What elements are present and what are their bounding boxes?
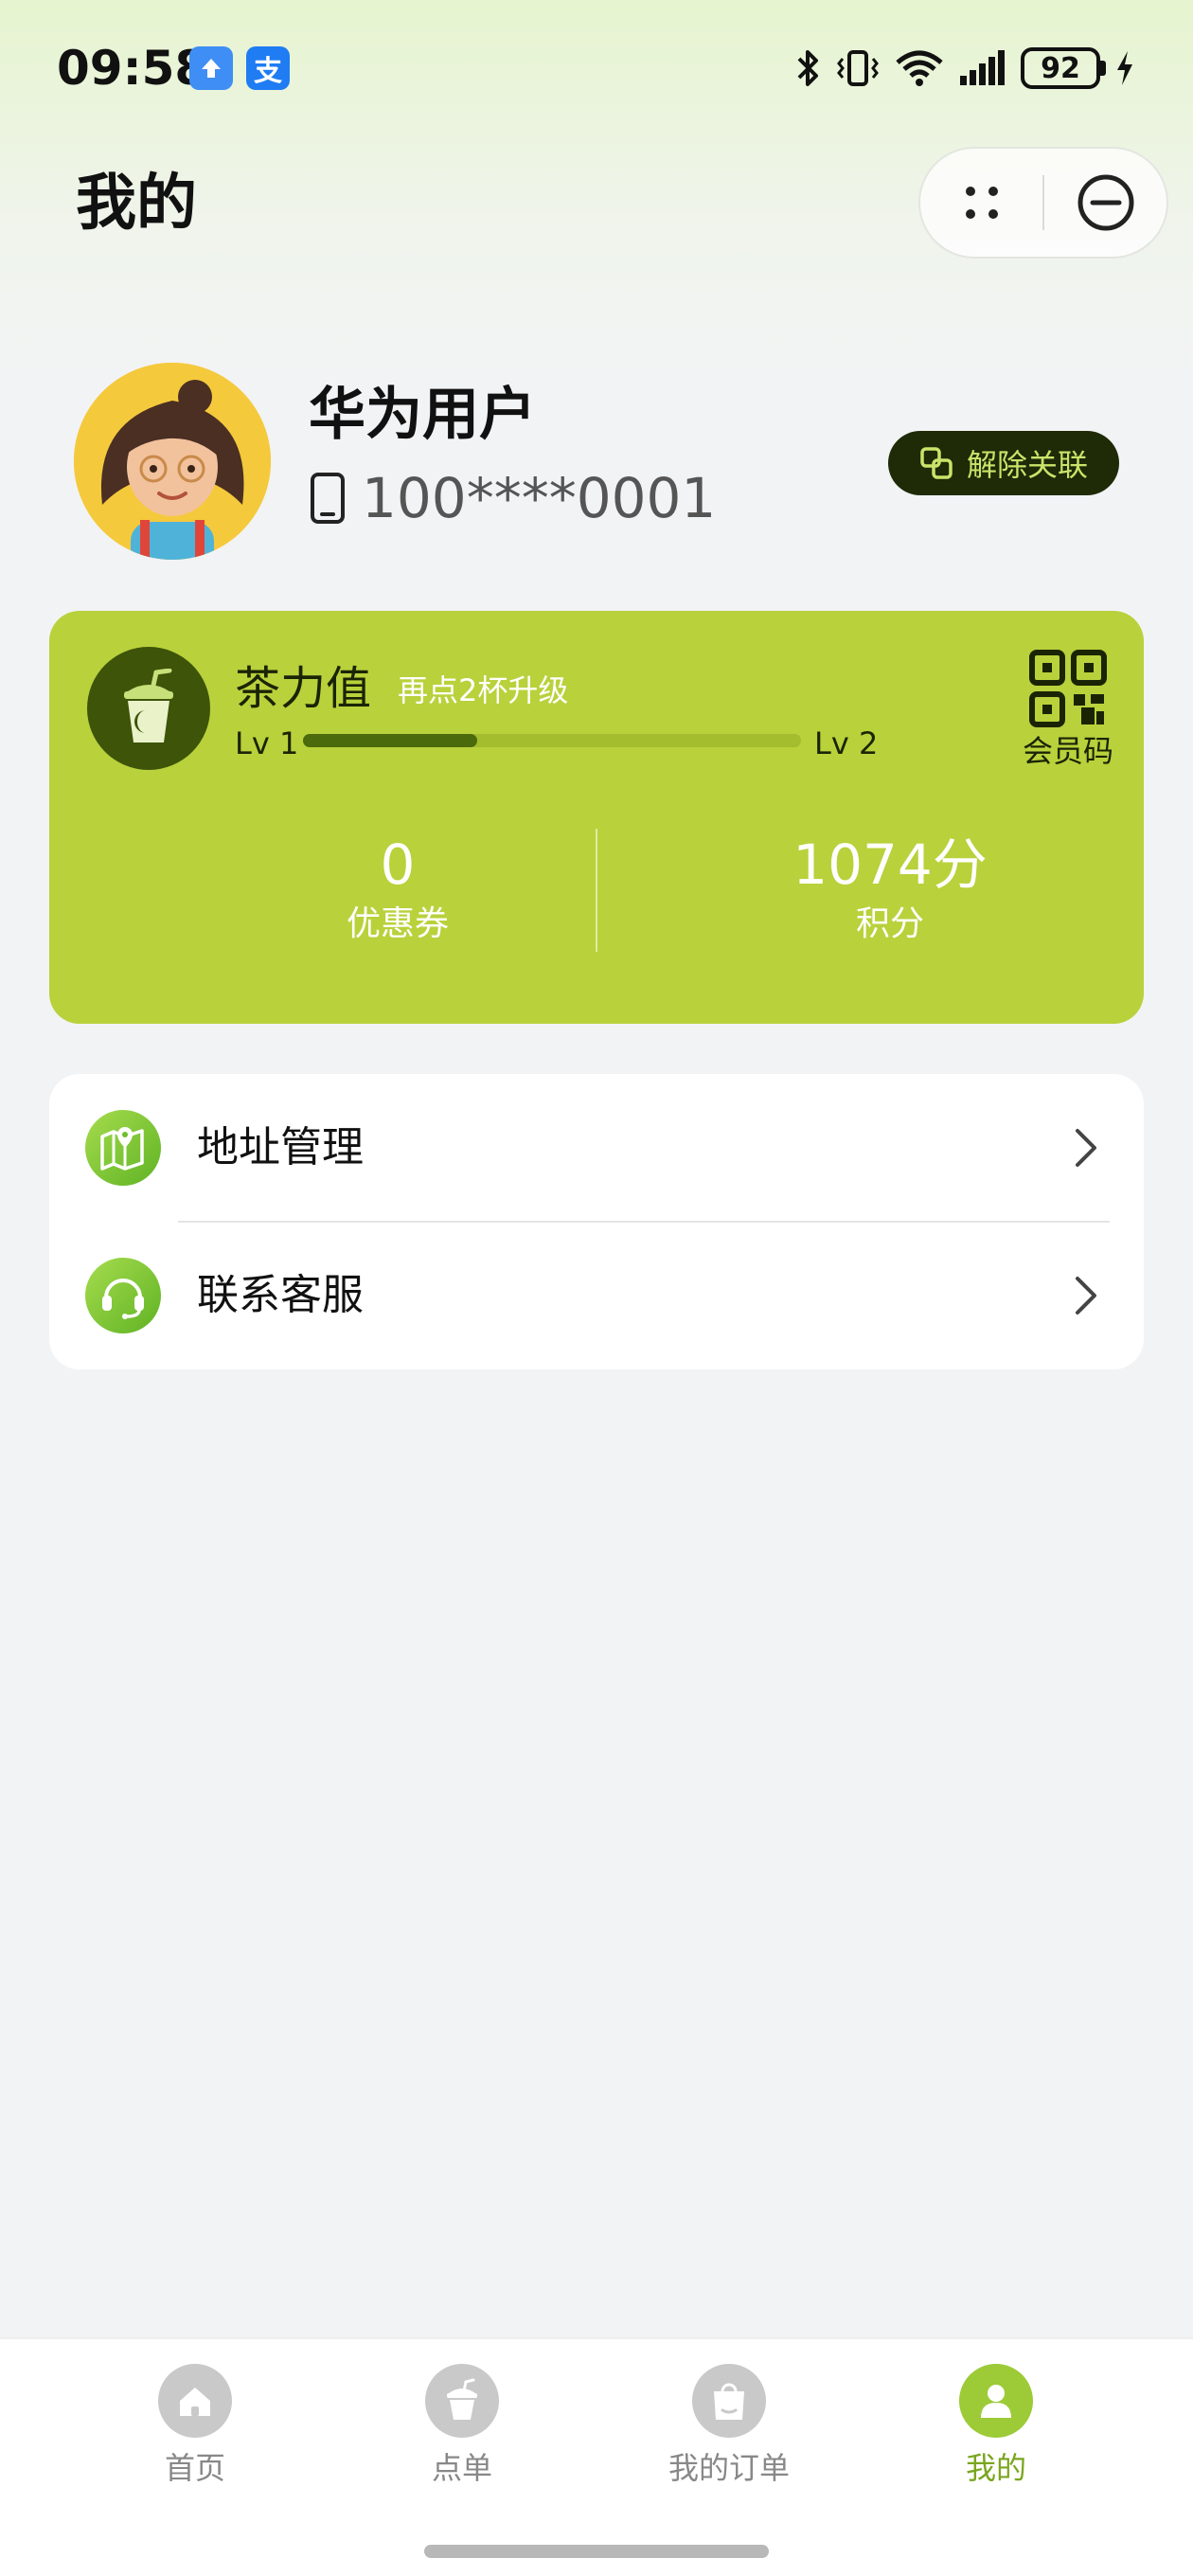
member-code-label: 会员码 (1022, 733, 1113, 769)
headset-icon (85, 1258, 161, 1333)
chevron-right-icon (1072, 1125, 1100, 1171)
phone-row: 100****0001 (309, 460, 716, 536)
menu-label-address: 地址管理 (197, 1123, 364, 1172)
status-indicators: 92 (793, 42, 1136, 95)
membership-card: 茶力值 再点2杯升级 Lv 1 Lv 2 会员码 0 优惠券 1074分 积分 (49, 611, 1144, 1024)
unlink-label: 解除关联 (966, 447, 1088, 483)
coupons-label: 优惠券 (346, 904, 449, 943)
tea-cup-icon (124, 669, 173, 742)
tab-home[interactable]: 首页 (100, 2364, 290, 2489)
avatar[interactable] (74, 363, 271, 560)
tab-order[interactable]: 点单 (367, 2364, 557, 2489)
menu-card: 地址管理 联系客服 (49, 1074, 1144, 1369)
more-dots-icon (965, 187, 998, 219)
menu-label-customer-service: 联系客服 (197, 1271, 364, 1319)
home-indicator[interactable] (424, 2545, 769, 2558)
menu-item-customer-service[interactable]: 联系客服 (49, 1222, 1144, 1369)
tab-label-mine: 我的 (965, 2450, 1026, 2486)
close-button[interactable] (1044, 149, 1166, 257)
phone-icon (311, 473, 345, 524)
coupons-stat[interactable]: 0 优惠券 (161, 829, 634, 948)
mini-program-capsule (918, 147, 1168, 259)
charging-icon (1117, 51, 1132, 85)
tab-label-my-orders: 我的订单 (668, 2450, 790, 2486)
alipay-icon: 支 (246, 46, 290, 90)
home-icon (158, 2364, 232, 2438)
points-label: 积分 (855, 904, 924, 943)
shopping-bag-icon (692, 2364, 766, 2438)
tea-cup-badge (87, 647, 210, 770)
wifi-icon (896, 50, 943, 86)
upload-arrow-icon (189, 46, 233, 90)
map-location-icon (85, 1110, 161, 1186)
more-button[interactable] (920, 149, 1042, 257)
level-start-label: Lv 1 (235, 725, 299, 761)
avatar-illustration (74, 363, 271, 560)
level-progress-fill (303, 734, 478, 747)
tea-power-title: 茶力值 (235, 662, 372, 715)
points-value: 1074分 (792, 832, 988, 897)
stat-divider (596, 829, 597, 952)
level-end-label: Lv 2 (814, 725, 879, 761)
qr-code-icon (1029, 650, 1107, 727)
bottom-tab-bar: 首页 点单 我的订单 我的 (0, 2337, 1193, 2576)
signal-icon (960, 50, 1005, 85)
upgrade-hint: 再点2杯升级 (398, 672, 569, 708)
page: 09:58 支 92 我的 华为用户 100****0001 解除关联 茶力值 … (0, 0, 1193, 2576)
coupons-value: 0 (380, 832, 416, 897)
tab-label-order: 点单 (431, 2450, 492, 2486)
user-icon (959, 2364, 1033, 2438)
bluetooth-icon (797, 50, 818, 86)
status-time: 09:58 (57, 41, 208, 96)
vibrate-icon (837, 50, 879, 86)
status-bar: 09:58 支 92 (0, 0, 1193, 137)
link-icon (920, 447, 953, 479)
username: 华为用户 (309, 382, 536, 448)
menu-item-address[interactable]: 地址管理 (49, 1074, 1144, 1222)
member-code-button[interactable]: 会员码 (1011, 649, 1125, 772)
level-progress-bar (303, 734, 801, 747)
battery-level: 92 (1041, 51, 1080, 85)
unlink-button[interactable]: 解除关联 (888, 431, 1119, 495)
page-title: 我的 (76, 169, 197, 239)
battery-indicator: 92 (1021, 47, 1106, 89)
tab-mine[interactable]: 我的 (901, 2364, 1091, 2489)
phone-number: 100****0001 (362, 466, 717, 530)
alipay-icon-text: 支 (254, 55, 282, 88)
tab-label-home: 首页 (164, 2450, 225, 2486)
minus-circle-icon (1077, 174, 1133, 231)
chevron-right-icon (1072, 1273, 1100, 1318)
tab-my-orders[interactable]: 我的订单 (634, 2364, 824, 2489)
drink-cup-icon (425, 2364, 499, 2438)
points-stat[interactable]: 1074分 积分 (653, 829, 1127, 948)
